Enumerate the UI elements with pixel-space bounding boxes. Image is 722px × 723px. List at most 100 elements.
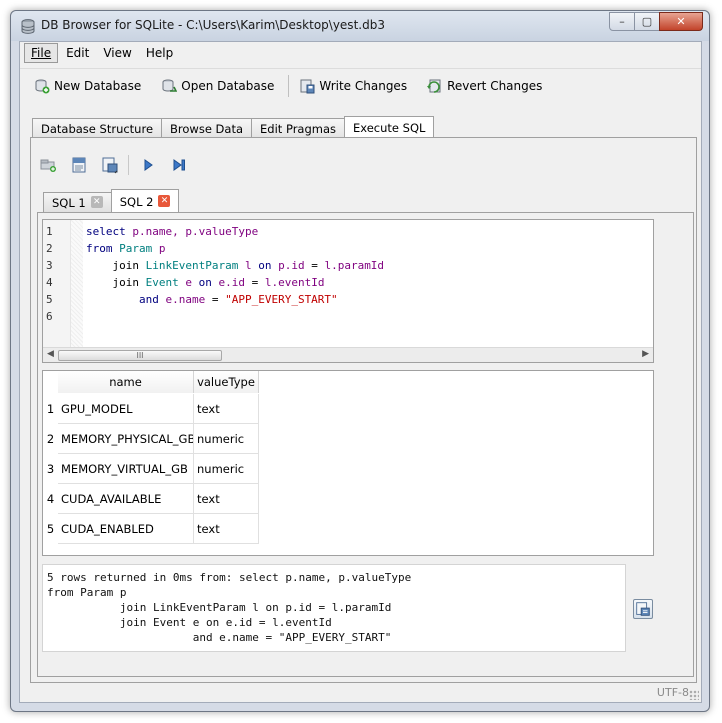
table-row[interactable]: 2 MEMORY_PHYSICAL_GB numeric (43, 424, 259, 454)
revert-changes-icon (427, 79, 441, 93)
main-toolbar: New Database Open Database Write Changes (20, 68, 701, 102)
cell-valuetype[interactable]: text (194, 514, 259, 544)
open-database-icon (162, 79, 178, 92)
cell-name[interactable]: GPU_MODEL (58, 394, 194, 424)
menu-file[interactable]: File (24, 43, 59, 63)
code-line[interactable]: 6 (43, 308, 653, 325)
title-bar[interactable]: DB Browser for SQLite - C:\Users\Karim\D… (11, 11, 709, 41)
code-token: on (198, 276, 219, 289)
cell-valuetype[interactable]: numeric (194, 454, 259, 484)
tab-execute-sql-label: Execute SQL (353, 121, 426, 135)
execute-all-icon[interactable] (139, 156, 157, 174)
minimize-button[interactable]: – (609, 12, 635, 31)
tab-execute-sql[interactable]: Execute SQL (344, 116, 435, 138)
tab-browse-data[interactable]: Browse Data (161, 118, 253, 138)
tab-edit-pragmas[interactable]: Edit Pragmas (251, 118, 346, 138)
open-database-button[interactable]: Open Database (155, 75, 280, 97)
scroll-right-arrow-icon[interactable]: ▶ (642, 349, 649, 359)
resize-grip-icon[interactable] (689, 690, 699, 700)
tab-sql-2-label: SQL 2 (119, 195, 154, 209)
app-window: DB Browser for SQLite - C:\Users\Karim\D… (10, 10, 710, 712)
tab-sql-1-label: SQL 1 (52, 196, 86, 210)
code-token: join (86, 259, 146, 272)
main-client-area: File Edit View Help New Database Open Da… (19, 41, 702, 703)
code-line[interactable]: 2 from Param p (43, 240, 653, 257)
write-changes-label: Write Changes (319, 78, 408, 93)
minimize-icon: – (619, 15, 625, 28)
table-row[interactable]: 3 MEMORY_VIRTUAL_GB numeric (43, 454, 259, 484)
code-text[interactable]: join LinkEventParam l on p.id = l.paramI… (86, 257, 384, 274)
execute-line-icon[interactable] (170, 156, 188, 174)
cell-name[interactable]: CUDA_AVAILABLE (58, 484, 194, 514)
close-window-button[interactable]: ✕ (659, 12, 703, 31)
code-token: e.id (218, 276, 252, 289)
status-bar: UTF-8 (20, 684, 701, 702)
cell-valuetype[interactable]: text (194, 484, 259, 514)
row-number[interactable]: 3 (43, 454, 58, 484)
row-number[interactable]: 2 (43, 424, 58, 454)
code-token: and (86, 293, 166, 306)
column-header-valuetype[interactable]: valueType (194, 371, 259, 393)
sql-tab-bar: SQL 1 ✕ SQL 2 ✕ (43, 189, 180, 212)
execution-message-pane[interactable]: 5 rows returned in 0ms from: select p.na… (42, 564, 626, 652)
menu-view[interactable]: View (97, 44, 137, 62)
cell-valuetype[interactable]: numeric (194, 424, 259, 454)
tab-database-structure[interactable]: Database Structure (32, 118, 163, 138)
table-row[interactable]: 5 CUDA_ENABLED text (43, 514, 259, 544)
line-number: 4 (46, 276, 53, 289)
code-token: = (311, 259, 325, 272)
tab-sql-2[interactable]: SQL 2 ✕ (110, 189, 180, 212)
row-number[interactable]: 1 (43, 394, 58, 424)
cell-valuetype[interactable]: text (194, 394, 259, 424)
code-token: LinkEventParam (145, 259, 245, 272)
code-text[interactable]: select p.name, p.valueType (86, 223, 258, 240)
cell-name[interactable]: MEMORY_VIRTUAL_GB (58, 454, 194, 484)
table-row[interactable]: 4 CUDA_AVAILABLE text (43, 484, 259, 514)
open-tab-icon[interactable] (39, 156, 57, 174)
code-text[interactable]: from Param p (86, 240, 166, 257)
maximize-button[interactable]: ▢ (634, 12, 660, 31)
line-number: 6 (46, 310, 53, 323)
revert-changes-button[interactable]: Revert Changes (421, 75, 548, 97)
row-number[interactable]: 4 (43, 484, 58, 514)
code-line[interactable]: 5 and e.name = "APP_EVERY_START" (43, 291, 653, 308)
code-token: l (244, 259, 259, 272)
cell-name[interactable]: MEMORY_PHYSICAL_GB (58, 424, 194, 454)
main-tab-bar: Database Structure Browse Data Edit Prag… (32, 116, 435, 138)
sql-editor[interactable]: 1 select p.name, p.valueType 2 from Param p… (42, 219, 654, 363)
code-token: p.name, p.valueType (132, 225, 259, 238)
open-sql-file-icon[interactable] (70, 156, 88, 174)
cell-name[interactable]: CUDA_ENABLED (58, 514, 194, 544)
column-header-name-label: name (109, 375, 142, 389)
column-header-valuetype-label: valueType (197, 375, 255, 389)
code-token: p.id (278, 259, 312, 272)
save-sql-file-icon[interactable] (101, 156, 119, 174)
menu-help[interactable]: Help (140, 44, 179, 62)
code-line[interactable]: 3 join LinkEventParam l on p.id = l.para… (43, 257, 653, 274)
scrollbar-thumb[interactable]: III (58, 350, 222, 361)
code-line[interactable]: 1 select p.name, p.valueType (43, 223, 653, 240)
results-grid[interactable]: name valueType 1 GPU_MODEL text 2 MEMORY… (42, 370, 654, 556)
write-changes-button[interactable]: Write Changes (293, 75, 413, 97)
window-title: DB Browser for SQLite - C:\Users\Karim\D… (41, 18, 385, 32)
code-line[interactable]: 4 join Event e on e.id = l.eventId (43, 274, 653, 291)
new-database-button[interactable]: New Database (28, 75, 147, 97)
close-tab-icon[interactable]: ✕ (90, 196, 103, 208)
scroll-left-arrow-icon[interactable]: ◀ (47, 349, 54, 359)
close-icon: ✕ (676, 15, 686, 28)
line-number: 5 (46, 293, 53, 306)
code-token: l.eventId (264, 276, 325, 289)
column-header-name[interactable]: name (58, 371, 194, 393)
close-tab-icon[interactable]: ✕ (158, 195, 171, 207)
tab-edit-pragmas-label: Edit Pragmas (260, 122, 337, 136)
table-row[interactable]: 1 GPU_MODEL text (43, 394, 259, 424)
row-number[interactable]: 5 (43, 514, 58, 544)
code-text[interactable]: and e.name = "APP_EVERY_START" (86, 291, 338, 308)
code-token: e (185, 276, 199, 289)
editor-horizontal-scrollbar[interactable]: ◀ III ▶ (43, 347, 653, 362)
code-text[interactable]: join Event e on e.id = l.eventId (86, 274, 324, 291)
menu-bar: File Edit View Help (20, 42, 701, 64)
export-results-icon[interactable] (633, 599, 653, 619)
tab-sql-1[interactable]: SQL 1 ✕ (43, 192, 112, 212)
menu-edit[interactable]: Edit (60, 44, 95, 62)
